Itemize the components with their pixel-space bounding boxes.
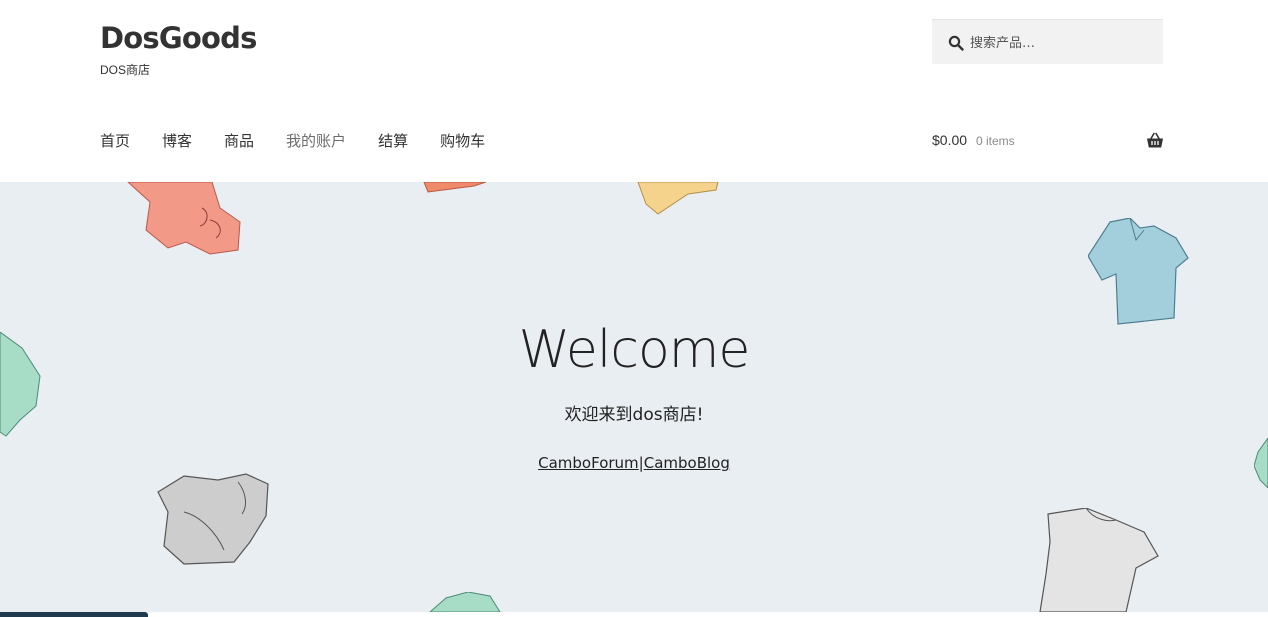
site-header: DosGoods DOS商店 首页 博客 商品 我的账户 结算 购物车 $0.0… <box>0 0 1268 182</box>
site-title[interactable]: DosGoods <box>100 20 257 56</box>
nav-item-checkout[interactable]: 结算 <box>378 130 408 154</box>
blue-polo-illustration <box>1088 218 1189 325</box>
hero-title: Welcome <box>518 320 751 380</box>
nav-item-my-account[interactable]: 我的账户 <box>286 130 346 154</box>
pink-hoodie-illustration <box>127 182 241 255</box>
nav-item-cart[interactable]: 购物车 <box>440 130 485 154</box>
yellow-garment-illustration <box>637 182 719 215</box>
basket-icon[interactable] <box>1146 132 1164 150</box>
cambo-forum-link[interactable]: CamboForum <box>538 454 639 472</box>
hero-subtitle: 欢迎来到dos商店! <box>564 405 704 425</box>
cart-amount[interactable]: $0.00 <box>932 132 967 148</box>
mint-shirt-bottom-illustration <box>429 592 501 612</box>
search-icon <box>948 35 964 51</box>
grey-hoodie-illustration <box>157 473 269 565</box>
grey-tshirt-illustration <box>1039 508 1159 612</box>
site-description: DOS商店 <box>100 63 151 77</box>
nav-item-home[interactable]: 首页 <box>100 130 130 154</box>
cart-count[interactable]: 0 items <box>976 134 1015 148</box>
nav-item-blog[interactable]: 博客 <box>162 130 192 154</box>
primary-nav: 首页 博客 商品 我的账户 结算 购物车 <box>100 130 517 154</box>
hero-banner: Welcome 欢迎来到dos商店! CamboForum|CamboBlog <box>0 182 1268 612</box>
cambo-blog-link[interactable]: CamboBlog <box>644 454 730 472</box>
bottom-toolbar-tab[interactable] <box>0 612 148 617</box>
search-input[interactable] <box>968 29 1157 57</box>
nav-item-shop[interactable]: 商品 <box>224 130 254 154</box>
header-cart[interactable]: $0.00 0 items <box>932 130 1164 154</box>
search-box[interactable] <box>932 19 1163 64</box>
orange-garment-illustration <box>423 182 487 193</box>
hero-links: CamboForum|CamboBlog <box>0 454 1268 472</box>
